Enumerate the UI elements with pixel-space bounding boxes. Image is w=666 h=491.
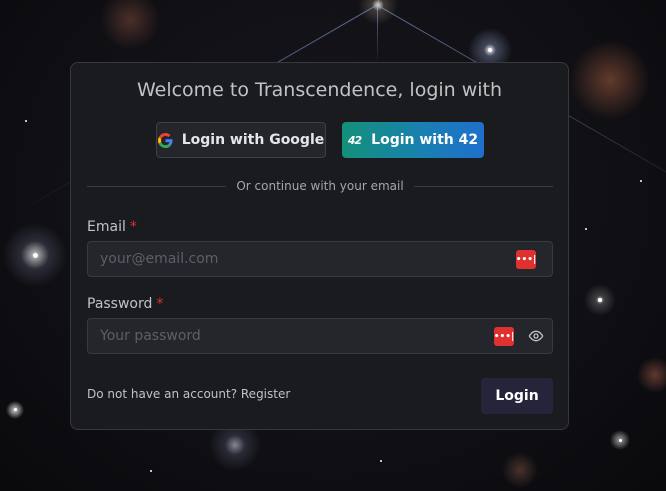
password-field-wrapper: •••| xyxy=(87,318,553,354)
email-field-wrapper: •••| xyxy=(87,241,553,277)
email-label-text: Email xyxy=(87,219,126,235)
star xyxy=(33,253,38,258)
login-title: Welcome to Transcendence, login with xyxy=(136,79,503,101)
star xyxy=(150,470,152,472)
password-manager-icon[interactable]: •••| xyxy=(516,250,536,269)
star xyxy=(25,120,27,122)
divider-line xyxy=(87,185,227,187)
star xyxy=(585,228,587,230)
star xyxy=(598,298,602,302)
password-field[interactable] xyxy=(88,319,552,353)
login-42-label: Login with 42 xyxy=(371,132,479,148)
required-asterisk: * xyxy=(156,296,164,312)
email-label: Email * xyxy=(87,219,137,235)
divider-line xyxy=(413,185,554,187)
password-label-text: Password xyxy=(87,296,153,312)
login-google-label: Login with Google xyxy=(181,132,325,148)
eye-icon[interactable] xyxy=(528,328,544,344)
light-ray xyxy=(378,0,379,5)
login-google-button[interactable]: Login with Google xyxy=(156,122,326,158)
star xyxy=(488,48,492,52)
password-manager-icon[interactable]: •••| xyxy=(494,327,514,346)
light-ray xyxy=(377,5,378,65)
google-icon xyxy=(157,132,173,148)
login-42-button[interactable]: 42 Login with 42 xyxy=(342,122,484,158)
login-card: Welcome to Transcendence, login with Log… xyxy=(70,62,569,430)
password-label: Password * xyxy=(87,296,163,312)
star xyxy=(619,439,622,442)
star xyxy=(14,408,17,411)
required-asterisk: * xyxy=(129,219,137,235)
forty-two-logo-icon: 42 xyxy=(347,133,362,147)
star xyxy=(640,180,642,182)
divider-text: Or continue with your email xyxy=(236,179,404,193)
register-link[interactable]: Do not have an account? Register xyxy=(87,387,290,401)
email-divider: Or continue with your email xyxy=(87,178,554,194)
star xyxy=(380,460,382,462)
email-field[interactable] xyxy=(88,242,552,276)
login-button[interactable]: Login xyxy=(481,378,553,414)
